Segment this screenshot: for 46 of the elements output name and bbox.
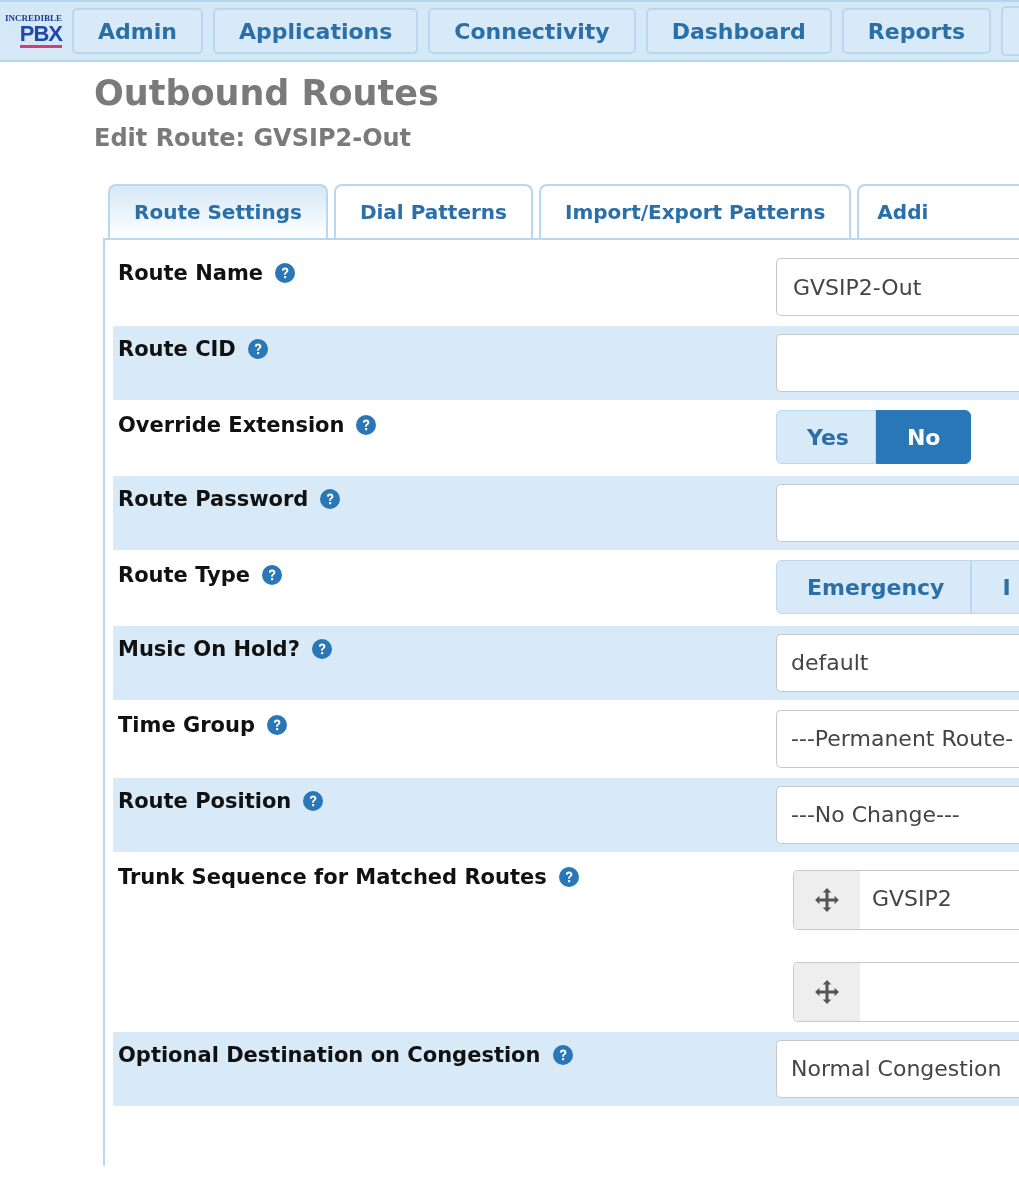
field-label: Route Password — [118, 487, 309, 511]
select-field[interactable]: ---Permanent Route- — [776, 710, 1019, 768]
field-label: Route CID — [118, 337, 236, 361]
nav-button[interactable]: Applications — [212, 8, 419, 54]
field-label: Route Position — [118, 789, 292, 813]
toggle-option[interactable]: No — [875, 410, 972, 464]
trunk-select[interactable]: GVSIP2 — [793, 870, 1019, 930]
page-title: Outbound Routes — [94, 72, 440, 115]
nav-button[interactable]: Connectivity — [428, 8, 636, 54]
select-field[interactable]: Normal Congestion — [776, 1040, 1019, 1098]
move-icon[interactable] — [814, 979, 840, 1005]
toggle-option[interactable]: I — [971, 560, 1019, 614]
logo: INCREDIBLE PBX — [4, 14, 62, 48]
input-field[interactable] — [776, 334, 1019, 392]
help-icon[interactable] — [356, 415, 377, 435]
field-label: Route Name — [118, 261, 263, 285]
field-label: Trunk Sequence for Matched Routes — [118, 865, 547, 889]
help-icon[interactable] — [266, 715, 287, 735]
page-subtitle: Edit Route: GVSIP2-Out — [94, 123, 413, 154]
input-field[interactable] — [776, 484, 1019, 542]
help-icon[interactable] — [311, 639, 332, 659]
tab[interactable]: Import/Export Patterns — [538, 184, 852, 238]
help-icon[interactable] — [303, 791, 324, 811]
field-label: Route Type — [118, 563, 250, 587]
toggle-option[interactable]: Emergency — [776, 560, 972, 614]
help-icon[interactable] — [275, 263, 295, 283]
help-icon[interactable] — [552, 1045, 573, 1065]
tab[interactable]: Route Settings — [108, 184, 328, 238]
toggle-option[interactable]: Yes — [776, 410, 876, 464]
select-field[interactable]: ---No Change--- — [776, 786, 1019, 844]
nav-button[interactable]: Admin — [72, 8, 203, 54]
help-icon[interactable] — [247, 339, 268, 359]
tab[interactable]: Addi — [857, 184, 1019, 238]
field-label: Music On Hold? — [118, 637, 300, 661]
help-icon[interactable] — [320, 489, 341, 509]
field-label: Time Group — [118, 713, 255, 737]
nav-button[interactable]: Dashboard — [645, 8, 832, 54]
tab[interactable]: Dial Patterns — [333, 184, 533, 238]
field-label: Override Extension — [118, 413, 345, 437]
help-icon[interactable] — [261, 565, 282, 585]
move-icon[interactable] — [814, 887, 840, 913]
nav-button[interactable]: Reports — [841, 8, 992, 54]
select-field[interactable]: default — [776, 634, 1019, 692]
field-label: Optional Destination on Congestion — [118, 1043, 541, 1067]
input-field[interactable]: GVSIP2-Out — [776, 258, 1019, 316]
help-icon[interactable] — [558, 867, 579, 887]
